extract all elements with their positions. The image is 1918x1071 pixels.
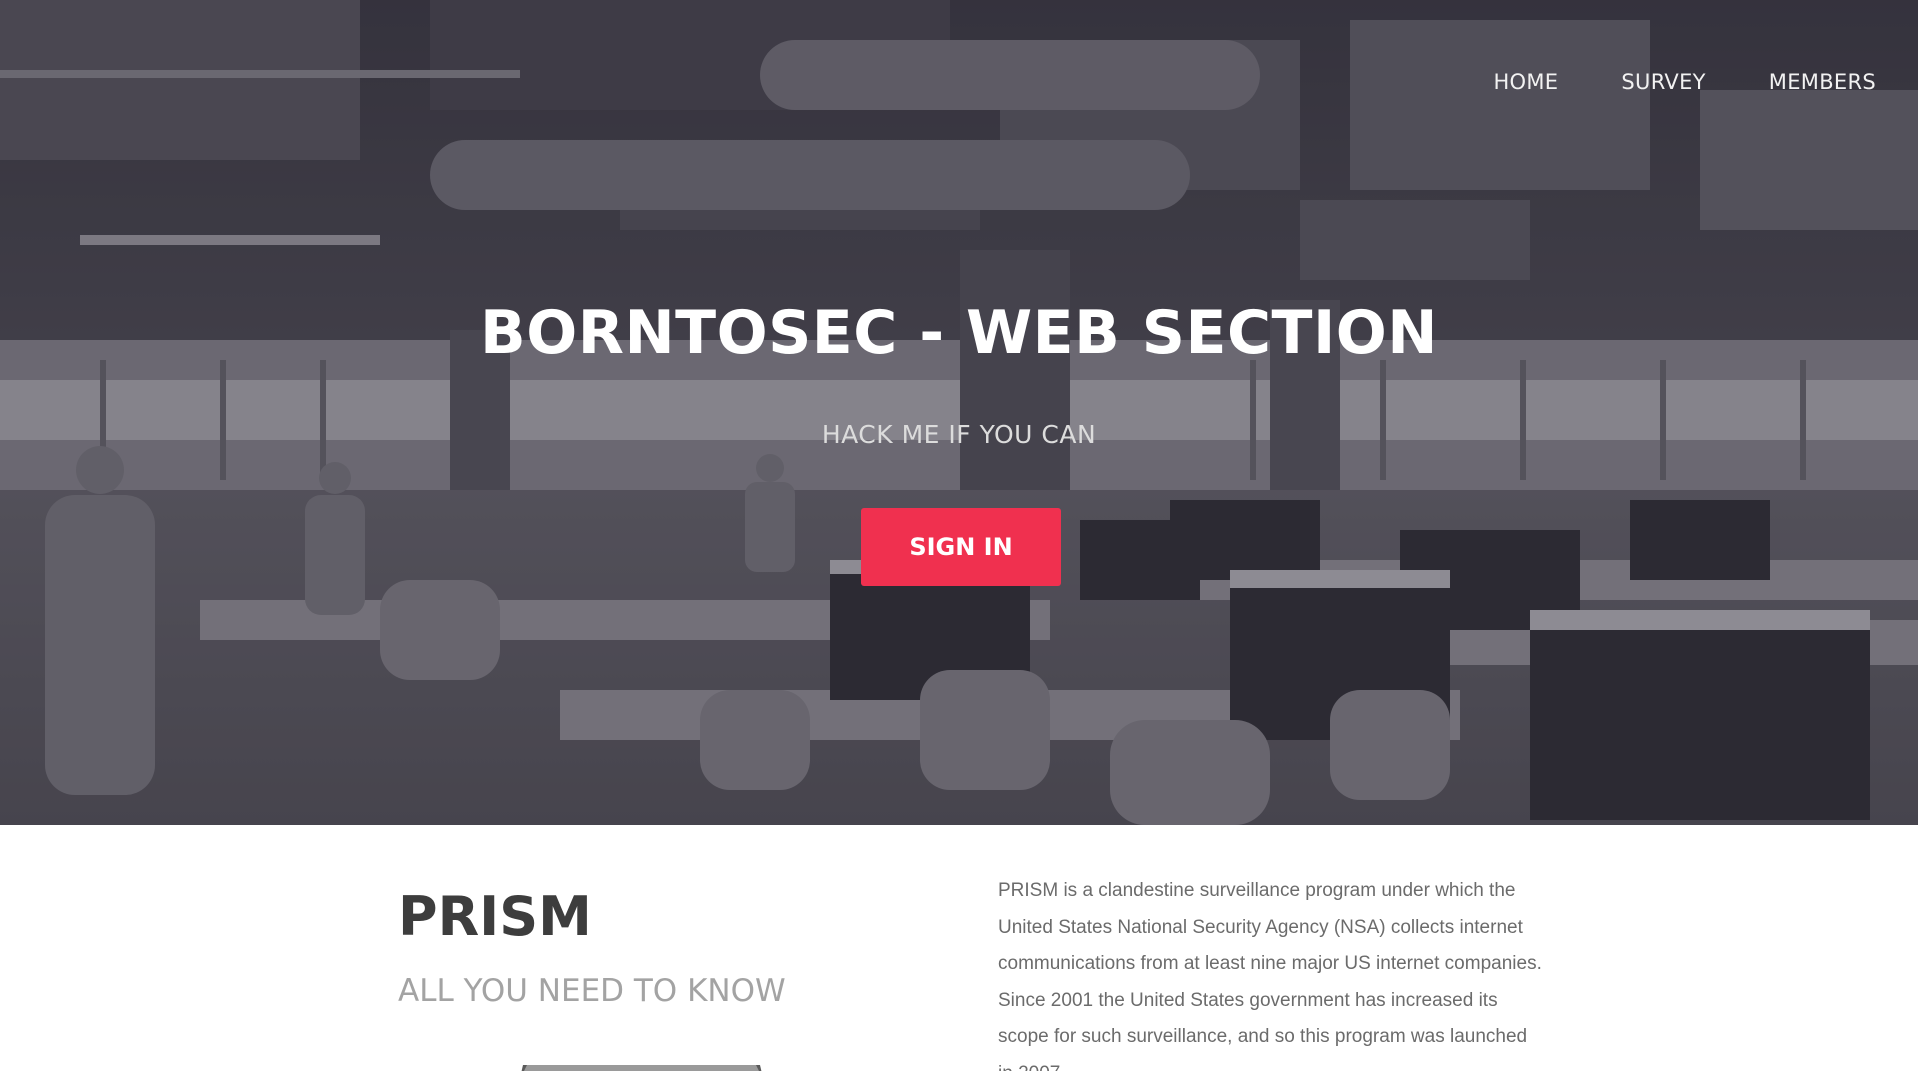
main-nav: HOME SURVEY MEMBERS	[1493, 70, 1876, 94]
hero-section: HOME SURVEY MEMBERS BORNTOSEC - WEB SECT…	[0, 0, 1918, 825]
hero-overlay	[0, 0, 1918, 825]
prism-subtitle: ALL YOU NEED TO KNOW	[398, 973, 786, 1009]
prism-section: PRISM ALL YOU NEED TO KNOW PRISM is a cl…	[0, 825, 1918, 1071]
nav-item-home[interactable]: HOME	[1493, 70, 1558, 94]
prism-title: PRISM	[398, 885, 592, 948]
prism-description: PRISM is a clandestine surveillance prog…	[998, 880, 1542, 1071]
nav-item-survey[interactable]: SURVEY	[1621, 70, 1705, 94]
prism-illustration-image	[521, 1065, 762, 1071]
hero-title: BORNTOSEC - WEB SECTION	[480, 298, 1438, 368]
nav-item-members[interactable]: MEMBERS	[1769, 70, 1876, 94]
sign-in-button[interactable]: SIGN IN	[861, 508, 1061, 586]
hero-subtitle: HACK ME IF YOU CAN	[821, 420, 1097, 449]
